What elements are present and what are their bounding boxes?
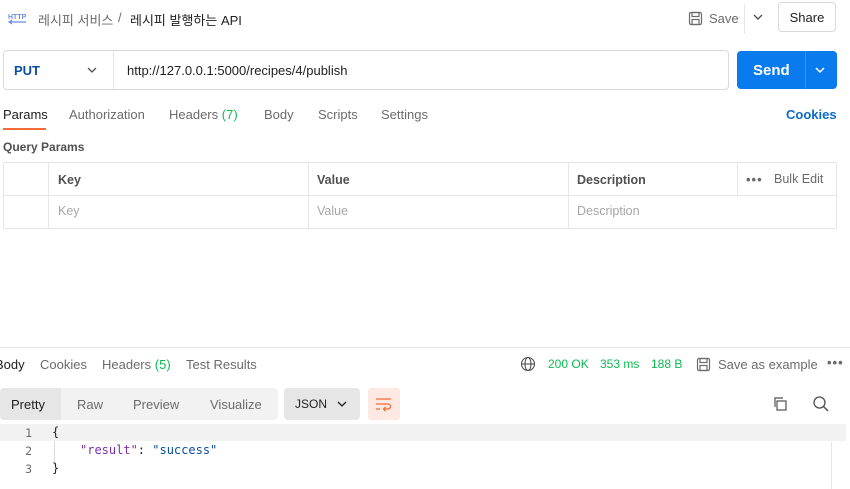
table-divider — [737, 163, 738, 195]
search-icon[interactable] — [812, 395, 830, 413]
tab-params[interactable]: Params — [3, 107, 48, 122]
pane-divider[interactable] — [0, 347, 850, 348]
save-label: Save — [709, 10, 739, 26]
tab-headers[interactable]: Headers (7) — [169, 107, 238, 122]
copy-icon[interactable] — [772, 396, 788, 412]
send-label: Send — [753, 62, 790, 79]
table-divider — [4, 195, 836, 196]
share-label: Share — [789, 9, 825, 25]
description-input[interactable]: Description — [577, 204, 640, 218]
line-number: 1 — [25, 426, 32, 440]
response-time[interactable]: 353 ms — [600, 357, 639, 371]
response-tab-headers[interactable]: Headers (5) — [102, 357, 171, 372]
code-line: "result": "success" — [80, 443, 217, 457]
editor-scrollbar[interactable] — [831, 442, 832, 489]
tab-authorization[interactable]: Authorization — [69, 107, 145, 122]
cookies-link[interactable]: Cookies — [786, 107, 837, 122]
tab-settings[interactable]: Settings — [381, 107, 428, 122]
line-number: 2 — [25, 444, 32, 458]
table-divider — [48, 163, 49, 228]
column-header-value: Value — [317, 173, 350, 187]
svg-text:HTTP: HTTP — [8, 14, 27, 21]
save-button[interactable]: Save — [688, 6, 739, 30]
code-line: } — [52, 461, 60, 475]
view-pretty[interactable]: Pretty — [11, 397, 45, 412]
status-code[interactable]: 200 OK — [548, 357, 589, 371]
wrap-lines-icon — [376, 398, 392, 412]
more-icon[interactable]: ••• — [827, 355, 844, 370]
json-colon: : — [137, 443, 153, 457]
breadcrumb-separator: / — [118, 10, 122, 25]
divider — [113, 51, 114, 89]
tab-label: Headers — [169, 107, 219, 122]
json-key: "result" — [80, 443, 138, 457]
tab-count: (5) — [154, 357, 171, 372]
code-line: { — [52, 425, 60, 439]
chevron-down-icon[interactable] — [813, 63, 827, 77]
column-header-description: Description — [577, 173, 646, 187]
chevron-down-icon[interactable] — [751, 10, 765, 24]
key-input[interactable]: Key — [58, 204, 80, 218]
table-divider — [568, 163, 569, 228]
save-icon — [696, 357, 711, 372]
url-input[interactable]: http://127.0.0.1:5000/recipes/4/publish — [127, 63, 347, 78]
chevron-down-icon[interactable] — [86, 64, 98, 76]
divider — [744, 4, 745, 34]
share-button[interactable]: Share — [778, 2, 836, 32]
column-header-key: Key — [58, 173, 81, 187]
table-divider — [308, 163, 309, 228]
view-raw[interactable]: Raw — [77, 397, 103, 412]
tab-scripts[interactable]: Scripts — [318, 107, 358, 122]
request-bar — [3, 50, 729, 90]
save-icon — [688, 11, 703, 25]
page-title[interactable]: 레시피 발행하는 API — [130, 10, 242, 29]
active-tab-indicator — [3, 128, 46, 130]
bulk-edit-button[interactable]: Bulk Edit — [774, 172, 823, 186]
http-icon: HTTP — [8, 14, 27, 25]
response-tab-test-results[interactable]: Test Results — [186, 357, 257, 372]
chevron-down-icon — [337, 401, 347, 407]
tab-body[interactable]: Body — [264, 107, 294, 122]
response-tab-cookies[interactable]: Cookies — [40, 357, 87, 372]
save-as-example-button[interactable]: Save as example — [696, 357, 818, 372]
response-size[interactable]: 188 B — [651, 357, 682, 371]
format-label: JSON — [295, 397, 328, 411]
tab-label: Headers — [102, 357, 152, 372]
query-params-title: Query Params — [3, 140, 85, 154]
save-as-example-label: Save as example — [718, 357, 818, 372]
current-line-highlight — [0, 424, 846, 441]
divider — [805, 51, 806, 89]
more-icon[interactable]: ••• — [746, 172, 763, 187]
json-value: "success" — [152, 443, 218, 457]
globe-icon[interactable] — [520, 356, 536, 372]
value-input[interactable]: Value — [317, 204, 348, 218]
view-visualize[interactable]: Visualize — [210, 397, 262, 412]
tab-count: (7) — [221, 107, 238, 122]
view-preview[interactable]: Preview — [133, 397, 179, 412]
method-select[interactable]: PUT — [14, 63, 40, 78]
response-tab-body[interactable]: Body — [0, 357, 25, 372]
breadcrumb-parent[interactable]: 레시피 서비스 — [38, 10, 113, 29]
line-number: 3 — [25, 462, 32, 476]
